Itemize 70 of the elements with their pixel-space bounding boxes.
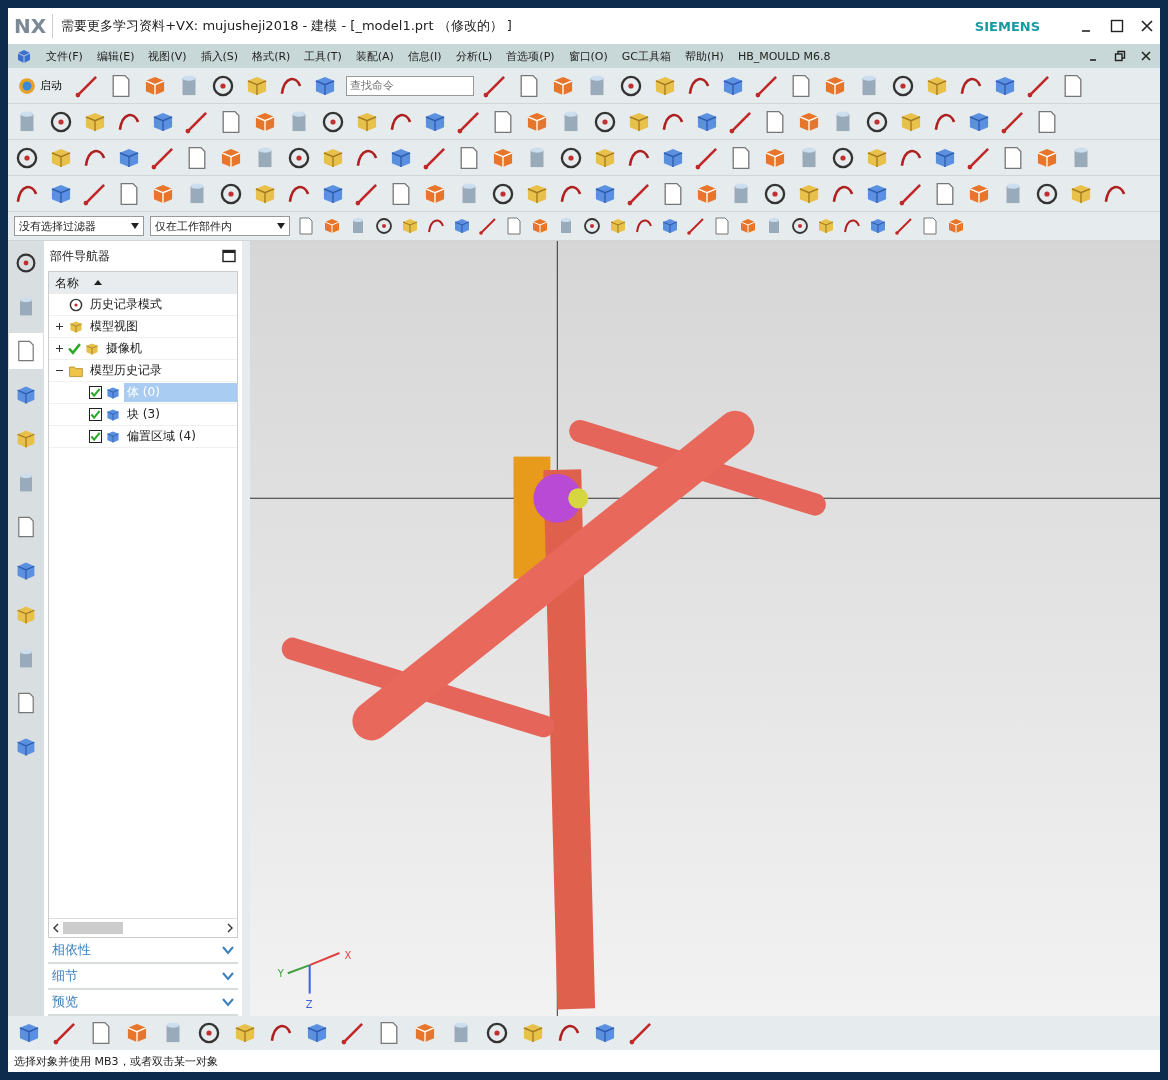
menu-item[interactable]: GC工具箱 [621, 48, 672, 64]
scrollbar-thumb[interactable] [63, 922, 123, 934]
menu-item[interactable]: 视图(V) [148, 48, 187, 64]
block-tool-icon[interactable] [660, 216, 680, 236]
scroll-left-icon[interactable] [53, 923, 59, 933]
menu-item[interactable]: 装配(A) [355, 48, 394, 64]
window-title: 需要更多学习资料+VX: mujusheji2018 - 建模 - [_model1.prt （修改的） ] [61, 17, 513, 35]
menu-item[interactable]: 工具(T) [304, 48, 342, 64]
graphics-viewport[interactable]: X Y Z [250, 241, 1160, 1016]
block-tool-icon[interactable] [868, 216, 888, 236]
expand-icon[interactable] [55, 344, 64, 353]
menu-item[interactable]: 窗口(O) [568, 48, 608, 64]
axis-label: Y [277, 968, 284, 980]
checkbox[interactable] [89, 386, 102, 399]
selection-filter-dropdown[interactable]: 没有选择过滤器 [14, 216, 144, 236]
brand-label: SIEMENS [974, 18, 1040, 34]
column-header[interactable]: 名称 [49, 272, 237, 294]
cube-icon [16, 48, 32, 64]
checkbox[interactable] [89, 408, 102, 421]
menu-item[interactable]: 文件(F) [46, 48, 83, 64]
solid-tool-icon[interactable] [738, 216, 758, 236]
close-icon[interactable] [1140, 19, 1154, 33]
app-logo: NX [14, 14, 54, 38]
tree-item[interactable]: 偏置区域 (4) [124, 427, 199, 446]
menu-item[interactable]: HB_MOULD M6.8 [737, 49, 831, 63]
panel-header[interactable]: 相依性 [52, 941, 91, 959]
start-button[interactable]: 启动 [14, 76, 66, 95]
tree-item[interactable]: 块 (3) [124, 405, 163, 424]
chevron-icon[interactable] [222, 997, 234, 1007]
menu-item[interactable]: 插入(S) [200, 48, 239, 64]
navigator-title: 部件导航器 [50, 247, 110, 265]
maximize-icon[interactable] [1110, 19, 1124, 33]
close-icon[interactable] [1140, 50, 1152, 62]
menu-item[interactable]: 格式(R) [252, 48, 291, 64]
status-message: 选择对象并使用 MB3，或者双击某一对象 [8, 1050, 1160, 1072]
tree-item[interactable]: 摄像机 [103, 339, 145, 358]
expand-icon[interactable] [55, 322, 64, 331]
menu-item[interactable]: 编辑(E) [96, 48, 135, 64]
chevron-icon[interactable] [222, 971, 234, 981]
command-search-field[interactable]: 查找命令 [346, 75, 474, 96]
panel-header[interactable]: 细节 [52, 967, 78, 985]
axis-triad-icon [287, 952, 340, 994]
caret-icon [277, 223, 285, 229]
cube-tool-icon[interactable] [816, 216, 836, 236]
selection-scope-dropdown[interactable]: 仅在工作部件内 [150, 216, 290, 236]
menu-item[interactable]: 首选项(P) [506, 48, 555, 64]
maximize-icon[interactable] [222, 249, 236, 263]
cube-tool-icon[interactable] [608, 216, 628, 236]
menu-item[interactable]: 帮助(H) [685, 48, 724, 64]
tree-item[interactable]: 历史记录模式 [87, 295, 165, 314]
solid-tool-icon[interactable] [530, 216, 550, 236]
tree-item[interactable]: 模型历史记录 [87, 361, 165, 380]
sort-ascending-icon [93, 278, 103, 288]
panel-header[interactable]: 预览 [52, 993, 78, 1011]
caret-icon [131, 223, 139, 229]
side-tab[interactable] [9, 333, 43, 369]
menu-item[interactable]: 信息(I) [407, 48, 442, 64]
restore-icon[interactable] [1114, 50, 1126, 62]
solid-tool-icon[interactable] [322, 216, 342, 236]
chevron-icon[interactable] [222, 945, 234, 955]
checkbox[interactable] [89, 430, 102, 443]
scroll-right-icon[interactable] [227, 923, 233, 933]
solid-tool-icon[interactable] [946, 216, 966, 236]
menu-item[interactable]: 分析(L) [455, 48, 493, 64]
axis-label: X [344, 949, 352, 962]
cube-tool-icon[interactable] [400, 216, 420, 236]
tree-item[interactable]: 模型视图 [87, 317, 141, 336]
block-tool-icon[interactable] [452, 216, 472, 236]
check-icon[interactable] [68, 342, 81, 355]
axis-label: Z [305, 998, 313, 1010]
